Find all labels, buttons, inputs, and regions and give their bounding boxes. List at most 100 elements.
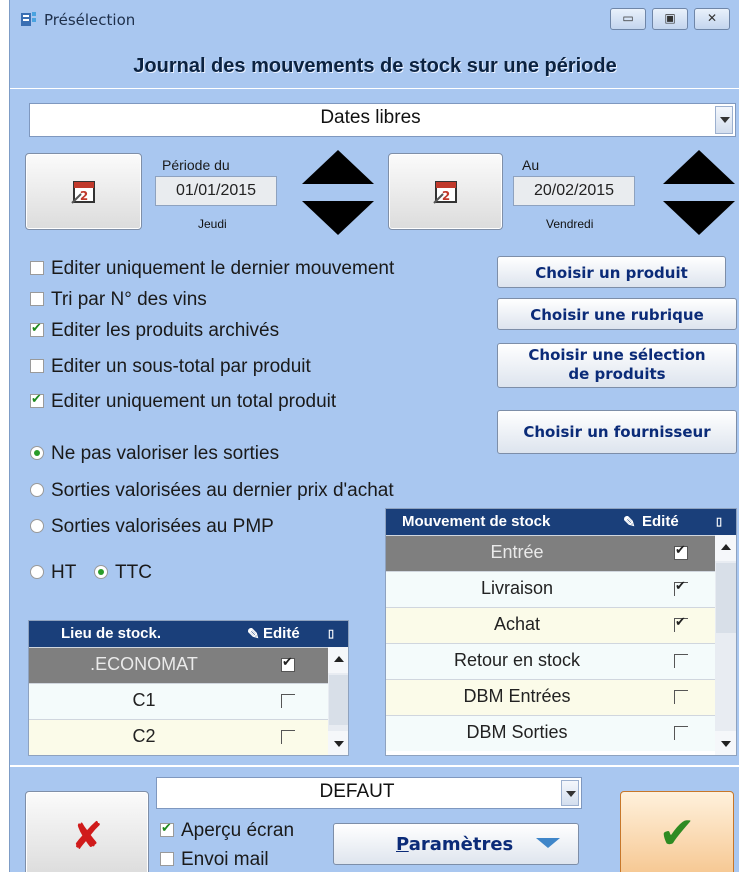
scroll-thumb[interactable] (716, 563, 736, 633)
checkbox-produits-archives[interactable]: Editer les produits archivés (30, 320, 279, 346)
table-row[interactable]: DBM Sorties (386, 715, 715, 751)
radio-label: Sorties valorisées au dernier prix d'ach… (51, 480, 394, 501)
column-toggle-icon[interactable]: ▯ (716, 515, 722, 528)
end-decrement-arrow[interactable] (663, 201, 735, 235)
title-bar: Présélection ▭ ▣ ✕ (10, 0, 739, 40)
checkbox-box[interactable] (30, 359, 44, 373)
choose-product-button[interactable]: Choisir un produit (497, 256, 726, 288)
radio-ttc[interactable]: TTC (94, 562, 152, 588)
checkbox-total-produit[interactable]: Editer uniquement un total produit (30, 391, 336, 417)
radio-ne-pas-valoriser[interactable]: Ne pas valoriser les sorties (30, 443, 279, 469)
preselection-window: Présélection ▭ ▣ ✕ Journal des mouvement… (9, 0, 739, 872)
row-name: DBM Sorties (466, 722, 568, 742)
end-increment-arrow[interactable] (663, 150, 735, 184)
radio-circle[interactable] (30, 483, 44, 497)
cancel-button[interactable]: ✘ (25, 791, 149, 872)
radio-label: HT (51, 562, 77, 583)
table-header: Mouvement de stock ✎ Edité ▯ (386, 509, 736, 535)
checkbox-envoi-mail[interactable]: Envoi mail (160, 849, 269, 872)
table-row[interactable]: C1 (29, 683, 328, 719)
checkbox-label: Editer un sous-total par produit (51, 356, 311, 377)
checkbox-box[interactable] (30, 391, 44, 408)
table-row[interactable]: Entrée (386, 535, 715, 571)
start-decrement-arrow[interactable] (302, 201, 374, 235)
maximize-button[interactable]: ▣ (652, 8, 688, 30)
choose-rubric-button[interactable]: Choisir une rubrique (497, 298, 737, 330)
scroll-up-icon[interactable] (715, 535, 736, 561)
minimize-icon: ▭ (622, 11, 634, 25)
radio-circle[interactable] (30, 565, 44, 579)
row-checkbox[interactable] (674, 614, 688, 632)
row-checkbox[interactable] (674, 542, 688, 560)
radio-label: Ne pas valoriser les sorties (51, 443, 280, 464)
row-checkbox[interactable] (674, 726, 688, 740)
column-toggle-icon[interactable]: ▯ (328, 627, 334, 640)
bottom-bar: ✘ DEFAUT Aperçu écran Envoi mail Paramèt… (10, 767, 739, 872)
end-calendar-button[interactable]: 2 (388, 153, 503, 230)
row-checkbox[interactable] (674, 578, 688, 596)
choose-selection-button[interactable]: Choisir une sélection de produits (497, 343, 737, 388)
column-header-edite[interactable]: Edité (263, 625, 300, 642)
scroll-thumb[interactable] (329, 675, 348, 725)
start-date-field[interactable]: 01/01/2015 (155, 176, 277, 206)
svg-text:2: 2 (441, 189, 449, 203)
window-title: Présélection (44, 11, 136, 29)
checkbox-apercu[interactable]: Aperçu écran (160, 820, 294, 846)
radio-ht[interactable]: HT (30, 562, 76, 588)
checkbox-box[interactable] (160, 852, 174, 866)
scroll-down-icon[interactable] (328, 731, 348, 755)
checkbox-dernier-mouvement[interactable]: Editer uniquement le dernier mouvement (30, 258, 394, 284)
column-header-lieu[interactable]: Lieu de stock. (61, 625, 161, 642)
start-increment-arrow[interactable] (302, 150, 374, 184)
checkbox-box[interactable] (160, 820, 174, 837)
scroll-down-icon[interactable] (715, 731, 736, 755)
row-checkbox[interactable] (281, 694, 295, 708)
radio-pmp[interactable]: Sorties valorisées au PMP (30, 516, 274, 542)
period-combo[interactable]: Dates libres (29, 103, 736, 137)
row-checkbox[interactable] (281, 730, 295, 744)
checkbox-label: Editer les produits archivés (51, 320, 280, 341)
checkbox-label: Tri par N° des vins (51, 289, 207, 310)
parametres-button[interactable]: Paramètres (333, 823, 579, 865)
checkbox-box[interactable] (30, 261, 44, 275)
table-row[interactable]: DBM Entrées (386, 679, 715, 715)
column-header-mouvement[interactable]: Mouvement de stock (402, 513, 550, 530)
end-date-field[interactable]: 20/02/2015 (513, 176, 635, 206)
close-button[interactable]: ✕ (694, 8, 730, 30)
profile-combo[interactable]: DEFAUT (156, 777, 582, 809)
lieu-scrollbar[interactable] (328, 647, 348, 755)
column-header-edite[interactable]: Edité (642, 513, 679, 530)
row-name: Retour en stock (453, 650, 581, 670)
checkbox-tri-vins[interactable]: Tri par N° des vins (30, 289, 207, 315)
radio-circle[interactable] (30, 519, 44, 533)
mouvement-scrollbar[interactable] (715, 535, 736, 755)
button-label: Choisir une rubrique (530, 306, 704, 324)
row-name: Livraison (480, 578, 554, 598)
radio-dernier-prix[interactable]: Sorties valorisées au dernier prix d'ach… (30, 480, 394, 506)
row-checkbox[interactable] (674, 654, 688, 668)
checkbox-box[interactable] (30, 292, 44, 306)
choose-supplier-button[interactable]: Choisir un fournisseur (497, 410, 737, 454)
checkbox-sous-total[interactable]: Editer un sous-total par produit (30, 356, 311, 382)
radio-circle[interactable] (30, 446, 44, 460)
row-checkbox[interactable] (281, 654, 295, 672)
row-checkbox[interactable] (674, 690, 688, 704)
chevron-down-icon[interactable] (715, 106, 733, 134)
checkbox-label: Envoi mail (181, 849, 269, 870)
table-row[interactable]: Retour en stock (386, 643, 715, 679)
table-row[interactable]: Achat (386, 607, 715, 643)
table-row[interactable]: C2 (29, 719, 328, 755)
minimize-button[interactable]: ▭ (610, 8, 646, 30)
red-x-icon: ✘ (71, 814, 103, 858)
checkbox-box[interactable] (30, 320, 44, 337)
start-calendar-button[interactable]: 2 (25, 153, 142, 230)
checkbox-label: Aperçu écran (181, 820, 295, 841)
table-row[interactable]: .ECONOMAT (29, 647, 328, 683)
chevron-down-icon[interactable] (561, 780, 579, 806)
radio-circle[interactable] (94, 565, 108, 579)
svg-text:2: 2 (79, 189, 87, 203)
table-row[interactable]: Livraison (386, 571, 715, 607)
ok-button[interactable]: ✔ (620, 791, 734, 872)
table-header: Lieu de stock. ✎ Edité ▯ (29, 621, 348, 647)
scroll-up-icon[interactable] (328, 647, 348, 673)
